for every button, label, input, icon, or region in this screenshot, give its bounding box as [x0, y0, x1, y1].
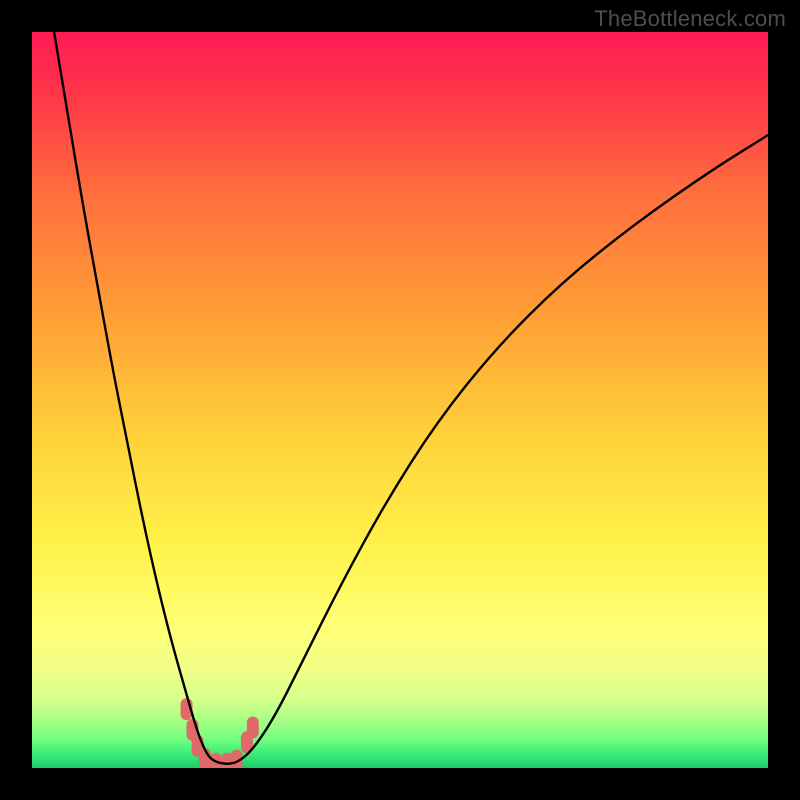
chart-frame: TheBottleneck.com	[0, 0, 800, 800]
plot-area	[32, 32, 768, 768]
background-gradient	[32, 32, 768, 768]
watermark-text: TheBottleneck.com	[594, 6, 786, 32]
